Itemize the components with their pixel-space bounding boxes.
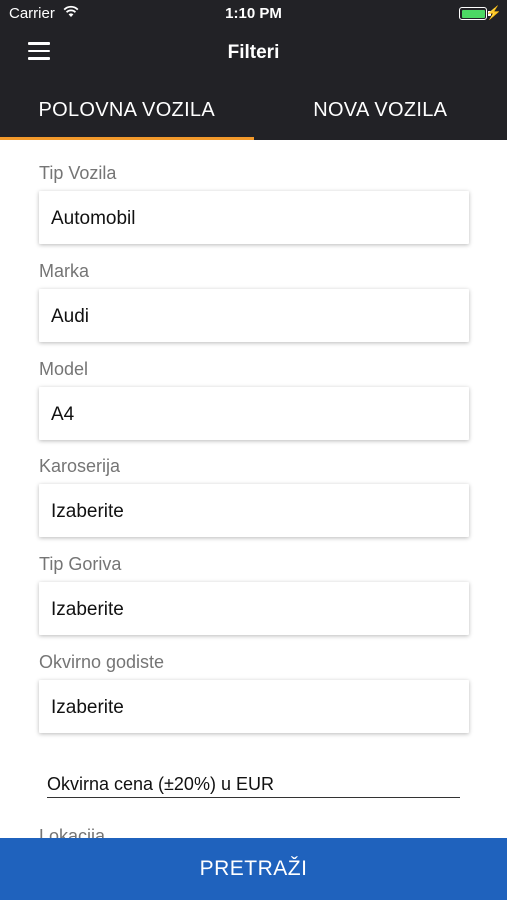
hamburger-menu-icon[interactable] [28,42,52,62]
lokacija-label: Lokacija [39,826,106,838]
search-button[interactable]: PRETRAŽI [0,838,507,900]
tab-polovna-vozila[interactable]: POLOVNA VOZILA [0,78,254,140]
karoserija-select[interactable]: Izaberite [39,484,469,537]
tip-vozila-label: Tip Vozila [39,163,117,183]
tab-bar: POLOVNA VOZILA NOVA VOZILA [0,78,507,140]
battery-icon [459,7,487,20]
okvirno-godiste-select[interactable]: Izaberite [39,680,469,733]
filter-form: Tip Vozila Automobil Marka Audi Model A4… [0,140,507,838]
status-bar: Carrier 1:10 PM ⚡ [0,0,507,28]
karoserija-label: Karoserija [39,456,121,476]
model-label: Model [39,359,89,379]
nav-bar: Filteri [0,28,507,78]
tip-vozila-select[interactable]: Automobil [39,191,469,244]
okvirno-godiste-label: Okvirno godiste [39,652,165,672]
tip-goriva-label: Tip Goriva [39,554,122,574]
charging-bolt-icon: ⚡ [485,5,502,20]
marka-select[interactable]: Audi [39,289,469,342]
tip-goriva-select[interactable]: Izaberite [39,582,469,635]
tab-nova-vozila[interactable]: NOVA VOZILA [254,78,507,140]
status-time: 1:10 PM [225,5,282,22]
model-select[interactable]: A4 [39,387,469,440]
marka-label: Marka [39,261,90,281]
page-title: Filteri [227,42,280,63]
price-input[interactable]: Okvirna cena (±20%) u EUR [47,772,460,798]
